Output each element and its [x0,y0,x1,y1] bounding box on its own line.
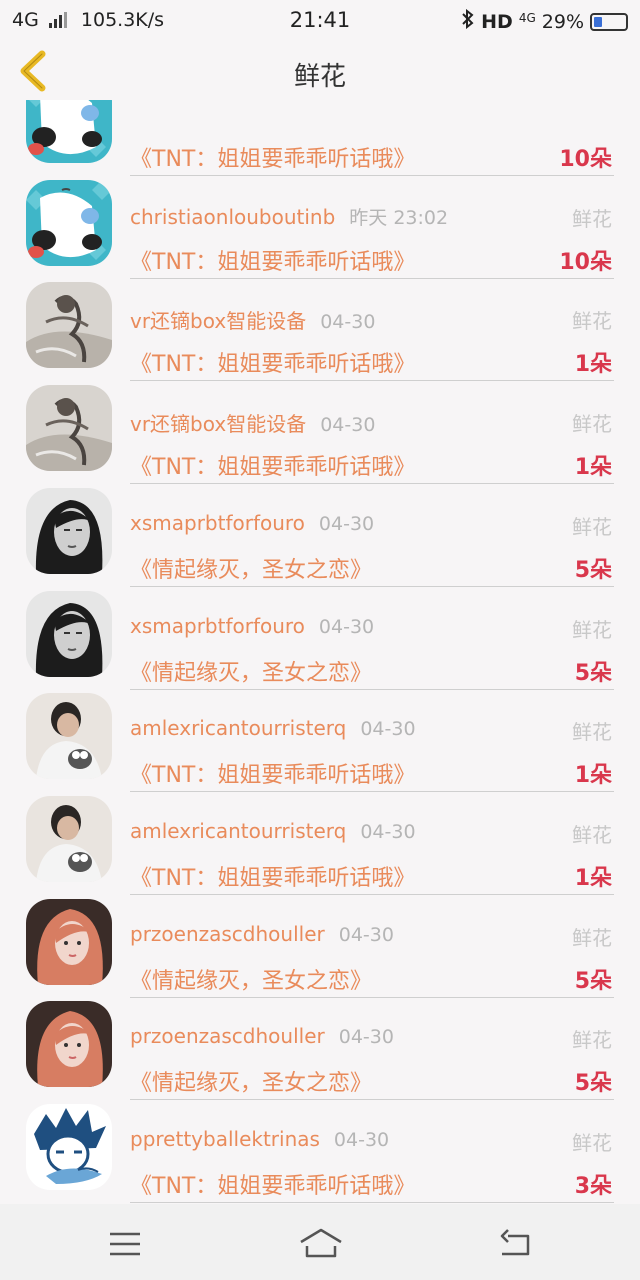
gift-type: 鲜花 [572,514,612,539]
avatar[interactable] [26,795,112,882]
sender-name-text: przoenzascdhouller [130,1024,325,1049]
avatar[interactable] [26,590,112,677]
book-title-link[interactable]: 《TNT：姐姐要乖乖听话哦》 [130,449,415,481]
sender-name-text: vr还镝box智能设备 [130,309,307,334]
book-title-link[interactable]: 《TNT：姐姐要乖乖听话哦》 [130,244,415,276]
flower-count: 1朵 [574,763,612,789]
flower-count: 5朵 [574,968,612,994]
gift-type: 鲜花 [572,1131,612,1155]
sender-name[interactable]: xsmaprbtforfouro 04-30 [130,614,374,638]
list-item[interactable]: amlexricantourristerq 04-30 鲜花《TNT：姐姐要乖乖听话… [0,683,640,793]
sender-name[interactable]: amlexricantourristerq 04-30 [130,819,416,843]
sender-name-text: amlexricantourristerq [130,818,347,843]
flower-count: 1朵 [574,865,612,891]
avatar[interactable] [26,693,112,780]
list-item[interactable]: vr还镝box智能设备 04-30 鲜花《TNT：姐姐要乖乖听话哦》 1朵 [0,375,640,485]
avatar[interactable] [26,487,112,574]
flower-count: 5朵 [574,660,612,686]
list-item[interactable]: christiaonlouboutinb 昨天 23:02 鲜花《TNT：姐姐要乖乖… [0,170,640,279]
timestamp: 04-30 [318,512,375,535]
avatar[interactable] [26,1104,112,1190]
avatar[interactable] [26,1001,112,1088]
list-item[interactable]: xsmaprbtforfouro 04-30 鲜花《情起缘灭，圣女之恋》 5朵 [0,581,640,690]
gift-type: 鲜花 [572,1028,612,1053]
page-title: 鲜花 [293,62,346,92]
gift-type: 鲜花 [572,309,612,334]
timestamp: 04-30 [333,1129,390,1151]
timestamp: 昨天 23:02 [349,206,449,229]
avatar[interactable] [26,282,112,369]
timestamp: 04-30 [318,615,375,638]
menu-icon [110,1232,140,1256]
book-title-link[interactable]: 《情起缘灭，圣女之恋》 [130,1065,372,1097]
book-title-link[interactable]: 《情起缘灭，圣女之恋》 [130,552,372,584]
sender-name-text: xsmaprbtforfouro [130,510,305,535]
flower-count: 1朵 [574,455,612,481]
system-nav-bar [0,1204,640,1280]
sender-name-text: christiaonlouboutinb [130,204,336,229]
home-icon [300,1228,342,1258]
menu-button[interactable] [104,1226,148,1262]
flower-count: 5朵 [574,1071,612,1097]
timestamp: 04-30 [338,1026,394,1049]
flower-record-list[interactable]: 《TNT：姐姐要乖乖听话哦》 10朵 christiaonlouboutinb 昨天 … [0,0,640,1204]
gift-type: 鲜花 [572,925,612,950]
list-item[interactable]: amlexricantourristerq 04-30 鲜花《TNT：姐姐要乖乖听话… [0,786,640,895]
sender-name-text: pprettyballektrinas [130,1127,320,1151]
sender-name[interactable]: przoenzascdhouller 04-30 [130,922,394,946]
sender-name[interactable]: amlexricantourristerq 04-30 [130,716,416,740]
gift-type: 鲜花 [572,720,612,745]
list-item[interactable]: przoenzascdhouller 04-30 鲜花《情起缘灭，圣女之恋》 5朵 [0,889,640,998]
avatar[interactable] [26,179,112,266]
book-title-link[interactable]: 《情起缘灭，圣女之恋》 [130,963,372,995]
timestamp: 04-30 [360,718,416,741]
book-title-link[interactable]: 《TNT：姐姐要乖乖听话哦》 [130,346,415,378]
gift-type: 鲜花 [572,412,612,437]
sender-name-text: przoenzascdhouller [130,921,325,946]
timestamp: 04-30 [320,414,376,437]
sender-name[interactable]: pprettyballektrinas 04-30 [130,1127,389,1151]
home-button[interactable] [297,1226,345,1262]
book-title-link[interactable]: 《情起缘灭，圣女之恋》 [130,655,372,687]
sender-name[interactable]: vr还镝box智能设备 04-30 [130,305,375,334]
list-item[interactable]: przoenzascdhouller 04-30 鲜花《情起缘灭，圣女之恋》 5朵 [0,991,640,1101]
sender-name-text: xsmaprbtforfouro [130,613,305,638]
return-icon [500,1229,530,1256]
gift-type: 鲜花 [572,617,612,642]
avatar[interactable] [26,898,112,985]
gift-type: 鲜花 [572,206,612,231]
timestamp: 04-30 [360,820,416,843]
book-title-link[interactable]: 《TNT：姐姐要乖乖听话哦》 [130,1168,415,1200]
gift-type: 鲜花 [572,822,612,847]
sender-name-text: amlexricantourristerq [130,716,347,741]
flower-count: 5朵 [574,557,612,583]
book-title-link[interactable]: 《TNT：姐姐要乖乖听话哦》 [130,860,415,892]
sender-name[interactable]: przoenzascdhouller 04-30 [130,1024,394,1048]
book-title-link[interactable]: 《TNT：姐姐要乖乖听话哦》 [130,141,415,173]
list-item[interactable]: vr还镝box智能设备 04-30 鲜花《TNT：姐姐要乖乖听话哦》 1朵 [0,272,640,382]
sender-name[interactable]: vr还镝box智能设备 04-30 [130,408,375,437]
header: 鲜花 [0,42,640,100]
timestamp: 04-30 [320,311,376,334]
sender-name-text: vr还镝box智能设备 [130,412,307,437]
return-button[interactable] [494,1226,538,1262]
book-title-link[interactable]: 《TNT：姐姐要乖乖听话哦》 [130,757,415,789]
avatar[interactable] [26,385,112,472]
list-item[interactable]: xsmaprbtforfouro 04-30 鲜花《情起缘灭，圣女之恋》 5朵 [0,478,640,587]
flower-count: 10朵 [559,147,612,172]
sender-name[interactable]: xsmaprbtforfouro 04-30 [130,511,374,535]
list-item[interactable]: pprettyballektrinas 04-30 鲜花 《TNT：姐姐要乖乖听话哦》… [0,1094,640,1203]
flower-count: 10朵 [559,249,612,275]
sender-name[interactable]: christiaonlouboutinb 昨天 23:02 [130,203,448,230]
flower-count: 3朵 [574,1174,612,1199]
timestamp: 04-30 [338,923,394,946]
flower-count: 1朵 [574,352,612,378]
list-item[interactable]: pprettyballektrinas04-30鲜花 [0,1197,640,1204]
